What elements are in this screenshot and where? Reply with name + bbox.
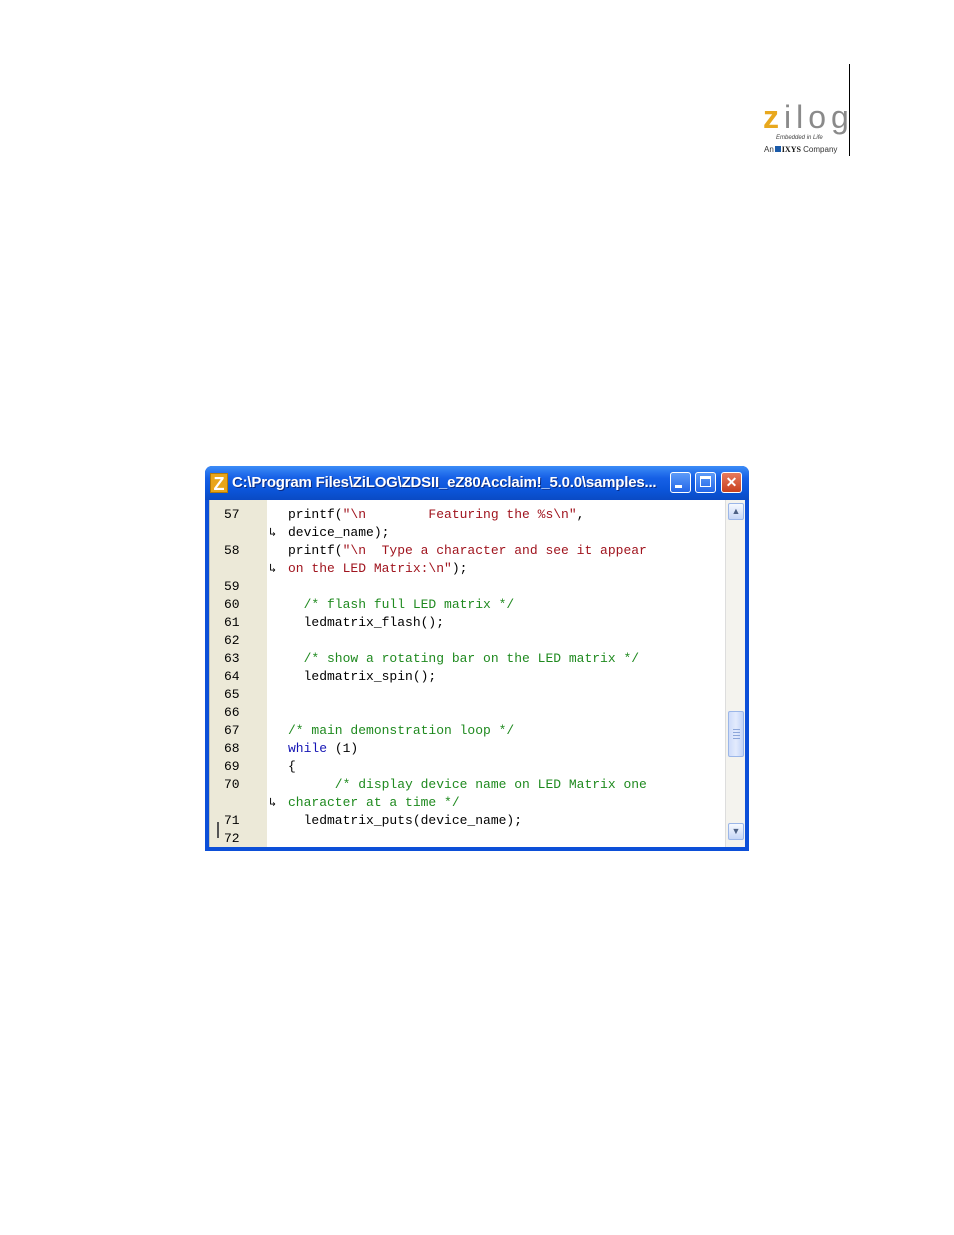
code-token-keyword: while bbox=[288, 741, 328, 756]
vertical-scrollbar[interactable]: ▲ ▼ bbox=[725, 500, 745, 847]
code-line[interactable]: 58 printf("\n Type a character and see it… bbox=[209, 542, 724, 560]
code-text: /* show a rotating bar on the LED matrix… bbox=[288, 650, 639, 668]
code-token-code: ); bbox=[451, 561, 468, 576]
line-number: 65 bbox=[224, 687, 240, 702]
code-token-string: "\n Featuring the %s\n" bbox=[342, 507, 577, 522]
code-token-comment: /* show a rotating bar on the LED matrix… bbox=[288, 651, 640, 666]
code-token-code: ledmatrix_puts(device_name); bbox=[288, 813, 523, 828]
line-number: 61 bbox=[224, 615, 240, 630]
scroll-thumb[interactable] bbox=[728, 711, 744, 757]
close-button[interactable]: ✕ bbox=[721, 472, 742, 493]
minimize-icon bbox=[675, 485, 682, 488]
logo-tagline: Embedded in Life bbox=[776, 135, 823, 141]
code-text: printf("\n Type a character and see it a… bbox=[288, 542, 647, 560]
line-wrap-icon: ↳ bbox=[269, 796, 277, 810]
code-text: /* display device name on LED Matrix one bbox=[288, 776, 647, 794]
line-number: 58 bbox=[224, 543, 240, 558]
line-number: 66 bbox=[224, 705, 240, 720]
line-wrap-icon: ↳ bbox=[269, 526, 277, 540]
code-line[interactable]: 63 /* show a rotating bar on the LED mat… bbox=[209, 650, 724, 668]
code-text: /* flash full LED matrix */ bbox=[288, 596, 515, 614]
code-text: printf("\n Featuring the %s\n", bbox=[288, 506, 584, 524]
code-text: on the LED Matrix:\n"); bbox=[288, 560, 467, 578]
logo-company-line: An IXYS Company bbox=[764, 145, 838, 154]
code-text: character at a time */ bbox=[288, 794, 460, 812]
code-area[interactable]: 57 printf("\n Featuring the %s\n", ↳ device… bbox=[209, 500, 724, 847]
code-line[interactable]: 64 ledmatrix_spin(); bbox=[209, 668, 724, 686]
code-line[interactable]: ↳ character at a time */ bbox=[209, 794, 724, 812]
code-token-string: "\n Type a character and see it appear bbox=[342, 543, 647, 558]
code-token-code: , bbox=[576, 507, 585, 522]
code-token-code: printf( bbox=[288, 507, 343, 522]
code-token-comment: /* main demonstration loop */ bbox=[288, 723, 515, 738]
zilog-logo: zilog Embedded in Life An IXYS Company bbox=[748, 100, 849, 160]
code-text: ledmatrix_flash(); bbox=[288, 614, 444, 632]
ixys-square-icon bbox=[774, 146, 781, 152]
code-line[interactable]: 62 bbox=[209, 632, 724, 650]
code-line[interactable]: 65 bbox=[209, 686, 724, 704]
maximize-icon bbox=[700, 476, 711, 487]
header-divider bbox=[849, 64, 850, 156]
minimize-button[interactable] bbox=[670, 472, 691, 493]
maximize-button[interactable] bbox=[695, 472, 716, 493]
code-line[interactable]: ↳ device_name); bbox=[209, 524, 724, 542]
thumb-grip bbox=[733, 738, 740, 739]
line-number: 72 bbox=[224, 831, 240, 846]
line-number: 63 bbox=[224, 651, 240, 666]
window-title: C:\Program Files\ZiLOG\ZDSII_eZ80Acclaim… bbox=[232, 474, 657, 491]
code-token-code: ledmatrix_spin(); bbox=[288, 669, 437, 684]
code-token-code: ledmatrix_flash(); bbox=[288, 615, 445, 630]
code-line[interactable]: 60 /* flash full LED matrix */ bbox=[209, 596, 724, 614]
code-line[interactable]: 59 bbox=[209, 578, 724, 596]
line-number: 59 bbox=[224, 579, 240, 594]
code-text: while (1) bbox=[288, 740, 358, 758]
code-line[interactable]: 71 ledmatrix_puts(device_name); bbox=[209, 812, 724, 830]
line-number: 71 bbox=[224, 813, 240, 828]
thumb-grip bbox=[733, 735, 740, 736]
code-text: device_name); bbox=[288, 524, 389, 542]
code-line[interactable]: ↳ on the LED Matrix:\n"); bbox=[209, 560, 724, 578]
code-text: ledmatrix_spin(); bbox=[288, 668, 437, 686]
code-token-comment: /* display device name on LED Matrix one bbox=[288, 777, 647, 792]
zds-app-icon[interactable]: Z bbox=[210, 473, 228, 494]
line-number: 62 bbox=[224, 633, 240, 648]
code-text: { bbox=[288, 758, 296, 776]
thumb-grip bbox=[733, 729, 740, 730]
line-number: 64 bbox=[224, 669, 240, 684]
scroll-down-button[interactable]: ▼ bbox=[728, 823, 744, 840]
code-line[interactable]: 72 bbox=[209, 830, 724, 847]
code-token-comment: character at a time */ bbox=[288, 795, 460, 810]
thumb-grip bbox=[733, 732, 740, 733]
logo-wordmark: zilog bbox=[763, 99, 854, 135]
close-icon: ✕ bbox=[725, 474, 738, 490]
line-number: 69 bbox=[224, 759, 240, 774]
code-line[interactable]: 66 bbox=[209, 704, 724, 722]
code-text: ledmatrix_puts(device_name); bbox=[288, 812, 522, 830]
code-token-string: on the LED Matrix:\n" bbox=[288, 561, 452, 576]
code-token-comment: /* flash full LED matrix */ bbox=[288, 597, 515, 612]
line-number: 57 bbox=[224, 507, 240, 522]
editor-window: Z C:\Program Files\ZiLOG\ZDSII_eZ80Accla… bbox=[205, 466, 749, 851]
code-line[interactable]: 70 /* display device name on LED Matrix … bbox=[209, 776, 724, 794]
code-line[interactable]: 69 { bbox=[209, 758, 724, 776]
scroll-up-button[interactable]: ▲ bbox=[728, 503, 744, 520]
code-text: /* main demonstration loop */ bbox=[288, 722, 514, 740]
code-line[interactable]: 67 /* main demonstration loop */ bbox=[209, 722, 724, 740]
code-editor[interactable]: 57 printf("\n Featuring the %s\n", ↳ device… bbox=[209, 500, 745, 847]
code-line[interactable]: 68 while (1) bbox=[209, 740, 724, 758]
chevron-down-icon: ▼ bbox=[731, 826, 741, 836]
chevron-up-icon: ▲ bbox=[731, 506, 741, 516]
code-line[interactable]: 57 printf("\n Featuring the %s\n", bbox=[209, 506, 724, 524]
code-token-code: device_name); bbox=[288, 525, 390, 540]
line-number: 60 bbox=[224, 597, 240, 612]
line-number: 67 bbox=[224, 723, 240, 738]
code-line[interactable]: 61 ledmatrix_flash(); bbox=[209, 614, 724, 632]
code-token-code: (1) bbox=[327, 741, 359, 756]
code-token-code: printf( bbox=[288, 543, 343, 558]
line-number: 70 bbox=[224, 777, 240, 792]
title-bar[interactable]: Z C:\Program Files\ZiLOG\ZDSII_eZ80Accla… bbox=[205, 466, 749, 500]
line-number: 68 bbox=[224, 741, 240, 756]
line-wrap-icon: ↳ bbox=[269, 562, 277, 576]
code-token-code: { bbox=[288, 759, 296, 774]
